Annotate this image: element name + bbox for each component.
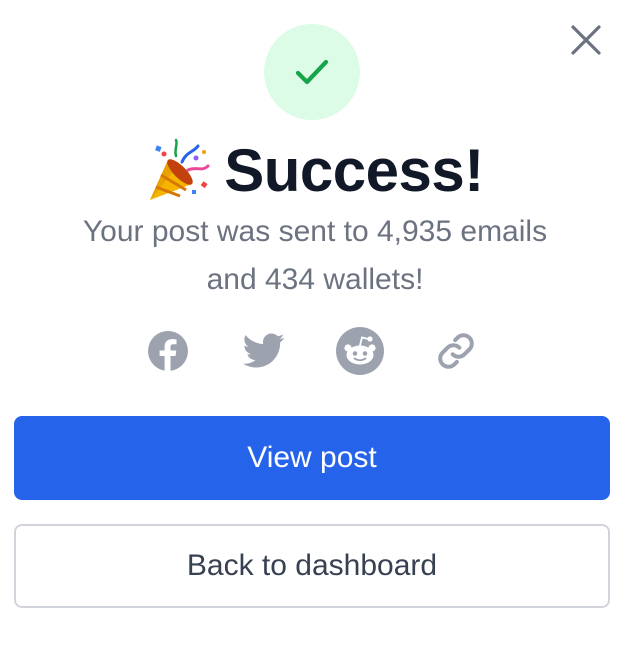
success-modal: Success! Your post was sent to 4,935 ema… <box>0 0 630 660</box>
title-row: Success! <box>0 132 630 208</box>
close-button[interactable] <box>566 20 606 60</box>
copy-link-button[interactable] <box>431 326 481 376</box>
twitter-icon <box>243 333 285 368</box>
close-icon <box>571 25 601 55</box>
share-twitter-button[interactable] <box>239 326 289 376</box>
share-facebook-button[interactable] <box>143 326 193 376</box>
success-badge <box>264 24 360 120</box>
message-line-2: and 434 wallets! <box>206 263 424 296</box>
view-post-button[interactable]: View post <box>14 416 610 500</box>
party-popper-icon <box>150 138 210 200</box>
message-line-1: Your post was sent to 4,935 emails <box>82 215 548 248</box>
link-icon <box>438 333 474 369</box>
check-icon <box>295 59 329 85</box>
back-to-dashboard-button[interactable]: Back to dashboard <box>14 524 610 608</box>
share-buttons <box>0 326 630 378</box>
modal-title: Success! <box>224 136 484 204</box>
success-message: Your post was sent to 4,935 emails and 4… <box>30 208 600 304</box>
share-reddit-button[interactable] <box>335 326 385 376</box>
reddit-icon <box>336 327 384 375</box>
facebook-icon <box>148 331 188 371</box>
